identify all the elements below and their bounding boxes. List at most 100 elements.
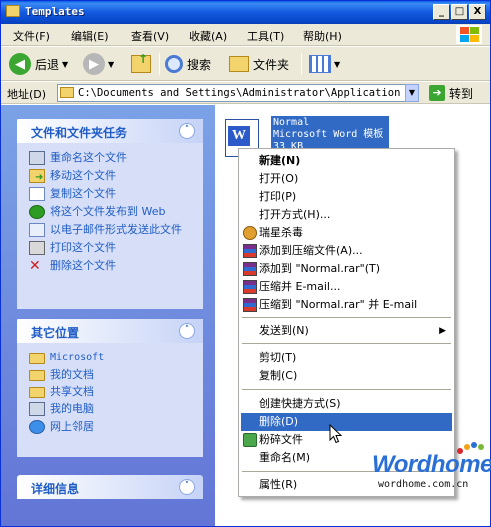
place-label: 我的电脑 — [50, 402, 94, 415]
chevron-down-icon[interactable]: ˅ — [179, 479, 195, 495]
window-title: Templates — [25, 5, 85, 18]
views-icon — [309, 55, 331, 73]
place-microsoft[interactable]: Microsoft — [29, 351, 203, 364]
details-title: 详细信息 — [31, 482, 80, 496]
folders-icon — [229, 56, 249, 72]
task-label: 移动这个文件 — [50, 169, 116, 182]
menu-item-compress-rar-email[interactable]: 压缩到 "Normal.rar" 并 E-mail — [241, 296, 452, 314]
menu-favorites[interactable]: 收藏(A) — [189, 28, 227, 44]
menu-file[interactable]: 文件(F) — [13, 28, 50, 44]
other-places-title: 其它位置 — [31, 326, 80, 340]
word-logo-icon: W — [228, 126, 250, 146]
menu-item-create-shortcut[interactable]: 创建快捷方式(S) — [241, 395, 452, 413]
menu-item-send-to[interactable]: 发送到(N) ▶ — [241, 322, 452, 340]
close-button[interactable]: X — [469, 4, 486, 20]
menu-item-new[interactable]: 新建(N) — [241, 152, 452, 170]
menu-bar: 文件(F) 编辑(E) 查看(V) 收藏(A) 工具(T) 帮助(H) — [1, 24, 490, 46]
watermark-brand: Wordhome — [372, 451, 491, 478]
file-type: Microsoft Word 模板 — [273, 129, 384, 140]
chevron-down-icon[interactable]: ▼ — [108, 60, 114, 69]
place-label: Microsoft — [50, 352, 105, 363]
file-tasks-header[interactable]: 文件和文件夹任务 ˄ — [17, 119, 203, 143]
back-label: 后退 — [35, 57, 60, 72]
chevron-down-icon[interactable]: ▼ — [405, 84, 419, 102]
task-label: 重命名这个文件 — [50, 151, 127, 164]
place-my-documents[interactable]: 我的文档 — [29, 368, 203, 381]
menu-separator — [242, 317, 451, 318]
explorer-window: Templates _ □ X 文件(F) 编辑(E) 查看(V) 收藏(A) … — [0, 0, 491, 527]
task-copy[interactable]: 复制这个文件 — [29, 187, 203, 201]
task-label: 复制这个文件 — [50, 187, 116, 200]
chevron-right-icon: ▶ — [439, 326, 446, 336]
views-button[interactable]: ▼ — [309, 52, 340, 76]
menu-item-copy[interactable]: 复制(C) — [241, 367, 452, 385]
menu-item-label: 压缩并 E-mail... — [259, 280, 341, 293]
other-places-panel: 其它位置 ˄ Microsoft 我的文档 共享文档 我的电脑 网上邻居 — [17, 319, 203, 457]
minimize-button[interactable]: _ — [433, 4, 450, 20]
folders-button[interactable]: 文件夹 — [229, 52, 289, 76]
menu-item-shred[interactable]: 粉碎文件 — [241, 431, 452, 449]
menu-item-delete[interactable]: 删除(D) — [241, 413, 452, 431]
search-button[interactable]: 搜索 — [165, 52, 211, 76]
windows-logo-icon — [456, 25, 482, 44]
task-move[interactable]: ➜ 移动这个文件 — [29, 169, 203, 183]
printer-icon — [29, 241, 45, 255]
toolbar-separator — [301, 53, 302, 75]
task-print[interactable]: 打印这个文件 — [29, 241, 203, 255]
task-rename[interactable]: 重命名这个文件 — [29, 151, 203, 165]
menu-item-label: 添加到压缩文件(A)... — [259, 244, 363, 257]
go-button[interactable]: ➔ 转到 — [429, 84, 473, 102]
chevron-up-icon[interactable]: ˄ — [179, 323, 195, 339]
folders-label: 文件夹 — [253, 57, 290, 72]
place-shared-documents[interactable]: 共享文档 — [29, 385, 203, 398]
menu-item-compress-email[interactable]: 压缩并 E-mail... — [241, 278, 452, 296]
menu-item-label: 添加到 "Normal.rar"(T) — [259, 262, 380, 275]
task-email[interactable]: 以电子邮件形式发送此文件 — [29, 223, 203, 237]
move-icon: ➜ — [29, 169, 45, 183]
back-button[interactable]: ◀ 后退 ▼ — [9, 52, 68, 76]
menu-item-rising-antivirus[interactable]: 瑞星杀毒 — [241, 224, 452, 242]
rename-icon — [29, 151, 45, 165]
menu-item-open-with[interactable]: 打开方式(H)... — [241, 206, 452, 224]
search-label: 搜索 — [187, 57, 212, 72]
wordhome-watermark: Wordhome wordhome.com.cn — [372, 442, 491, 493]
other-places-header[interactable]: 其它位置 ˄ — [17, 319, 203, 343]
chevron-down-icon[interactable]: ▼ — [334, 60, 340, 69]
rising-lion-icon — [243, 226, 257, 240]
menu-separator — [242, 343, 451, 344]
search-icon — [165, 55, 183, 73]
menu-view[interactable]: 查看(V) — [131, 28, 169, 44]
computer-icon — [29, 402, 45, 416]
chevron-down-icon[interactable]: ▼ — [62, 60, 68, 69]
place-label: 网上邻居 — [50, 420, 94, 433]
task-delete[interactable]: ✕ 删除这个文件 — [29, 259, 203, 273]
task-publish-web[interactable]: 将这个文件发布到 Web — [29, 205, 203, 219]
email-icon — [29, 223, 45, 237]
file-tasks-title: 文件和文件夹任务 — [31, 126, 128, 140]
chevron-up-icon[interactable]: ˄ — [179, 123, 195, 139]
details-header[interactable]: 详细信息 ˅ — [17, 475, 203, 499]
forward-button[interactable]: ▶ ▼ — [83, 52, 114, 76]
address-input[interactable]: C:\Documents and Settings\Administrator\… — [57, 84, 419, 102]
file-tasks-panel: 文件和文件夹任务 ˄ 重命名这个文件 ➜ 移动这个文件 复制这个文件 将这个文件… — [17, 119, 203, 309]
menu-tools[interactable]: 工具(T) — [247, 28, 284, 44]
menu-item-add-to-rar[interactable]: 添加到 "Normal.rar"(T) — [241, 260, 452, 278]
file-tasks-list: 重命名这个文件 ➜ 移动这个文件 复制这个文件 将这个文件发布到 Web 以电子… — [17, 143, 203, 279]
place-network[interactable]: 网上邻居 — [29, 420, 203, 434]
task-label: 将这个文件发布到 Web — [50, 205, 166, 218]
menu-item-open[interactable]: 打开(O) — [241, 170, 452, 188]
title-bar[interactable]: Templates _ □ X — [1, 1, 490, 24]
maximize-button[interactable]: □ — [451, 4, 468, 20]
delete-x-icon: ✕ — [29, 258, 41, 274]
place-my-computer[interactable]: 我的电脑 — [29, 402, 203, 416]
toolbar: ◀ 后退 ▼ ▶ ▼ ↑ 搜索 文件夹 ▼ — [1, 47, 490, 81]
up-folder-button[interactable]: ↑ — [131, 52, 151, 76]
menu-item-label: 瑞星杀毒 — [259, 226, 303, 239]
go-arrow-icon: ➔ — [429, 85, 445, 101]
menu-help[interactable]: 帮助(H) — [303, 28, 342, 44]
menu-edit[interactable]: 编辑(E) — [71, 28, 109, 44]
menu-item-print[interactable]: 打印(P) — [241, 188, 452, 206]
menu-item-add-to-archive[interactable]: 添加到压缩文件(A)... — [241, 242, 452, 260]
menu-item-cut[interactable]: 剪切(T) — [241, 349, 452, 367]
folder-icon — [60, 87, 74, 98]
